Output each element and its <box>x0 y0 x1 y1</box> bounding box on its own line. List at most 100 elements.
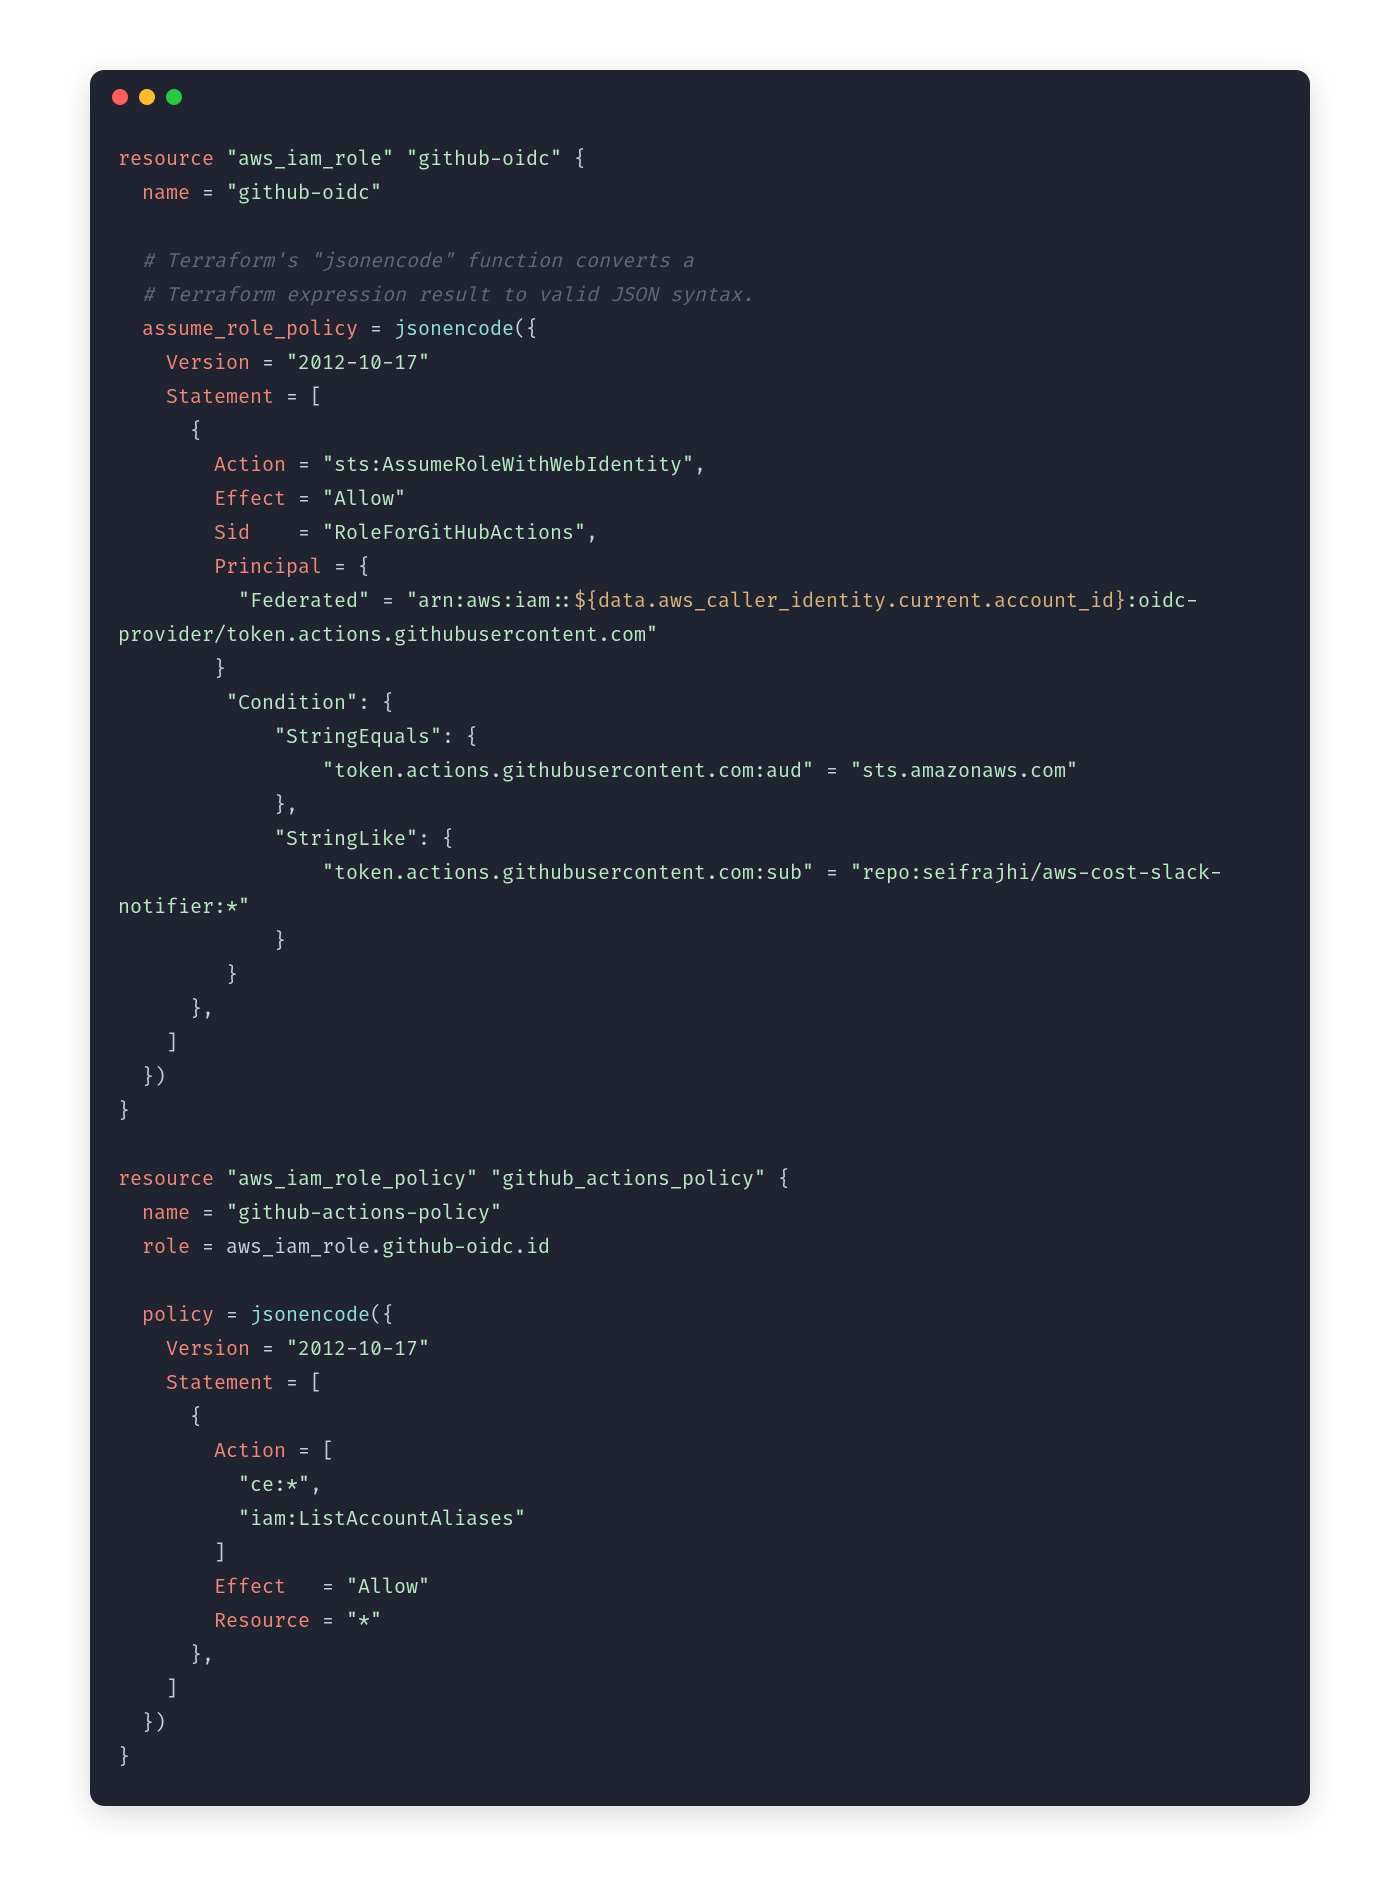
comment: # Terraform expression result to valid J… <box>142 283 754 307</box>
equals: = <box>310 1609 346 1633</box>
string: "iam:ListAccountAliases" <box>238 1507 526 1531</box>
minimize-icon[interactable] <box>139 89 155 105</box>
brace: } <box>274 929 286 953</box>
string: "Allow" <box>346 1575 430 1599</box>
keyword-resource: resource <box>118 147 214 171</box>
comma: , <box>586 521 598 545</box>
resource-type: "aws_iam_role_policy" <box>226 1167 478 1191</box>
equals: = <box>214 1303 250 1327</box>
string: "RoleForGitHubActions" <box>322 521 586 545</box>
brace: }, <box>190 997 214 1021</box>
bracket: = [ <box>274 385 322 409</box>
bracket: ] <box>166 1677 178 1701</box>
equals: = <box>286 487 322 511</box>
attr-sid: Sid <box>214 521 250 545</box>
equals: = <box>190 181 226 205</box>
paren: }) <box>142 1711 166 1735</box>
brace: = { <box>322 555 370 579</box>
dot: . <box>514 1235 526 1259</box>
brace: } <box>214 657 226 681</box>
close-icon[interactable] <box>112 89 128 105</box>
string: "sts:AssumeRoleWithWebIdentity" <box>322 453 694 477</box>
equals: = <box>370 589 406 613</box>
attr-effect: Effect <box>214 1575 286 1599</box>
equals: = <box>814 861 850 885</box>
string: "arn:aws:iam:: <box>406 589 574 613</box>
brace: } <box>118 1099 130 1123</box>
bracket: = [ <box>274 1371 322 1395</box>
keyword-resource: resource <box>118 1167 214 1191</box>
key-condition: "Condition" <box>226 691 358 715</box>
equals: = <box>286 453 322 477</box>
brace: } <box>118 1745 130 1769</box>
string: "2012-10-17" <box>286 351 430 375</box>
equals: = <box>250 521 322 545</box>
brace: { <box>190 1405 202 1429</box>
string: "*" <box>346 1609 382 1633</box>
attr-name: name <box>142 1201 190 1225</box>
brace: }, <box>274 793 298 817</box>
resource-type: "aws_iam_role" <box>226 147 394 171</box>
dot: . <box>370 1235 382 1259</box>
equals: = <box>250 351 286 375</box>
brace: } <box>226 963 238 987</box>
resource-name: "github-oidc" <box>406 147 562 171</box>
colon-brace: : { <box>418 827 454 851</box>
ref: aws_iam_role <box>226 1235 370 1259</box>
attr-policy: policy <box>142 1303 214 1327</box>
comma: , <box>694 453 706 477</box>
attr-version: Version <box>166 351 250 375</box>
comma: , <box>310 1473 322 1497</box>
brace: }, <box>190 1643 214 1667</box>
paren: ({ <box>370 1303 394 1327</box>
ref: github-oidc <box>382 1235 514 1259</box>
attr-action: Action <box>214 1439 286 1463</box>
key-federated: "Federated" <box>238 589 370 613</box>
brace: { <box>562 147 586 171</box>
bracket: ] <box>166 1031 178 1055</box>
string: "ce:*" <box>238 1473 310 1497</box>
key: "token.actions.githubusercontent.com:aud… <box>322 759 814 783</box>
attr-statement: Statement <box>166 385 274 409</box>
equals: = <box>250 1337 286 1361</box>
attr-resource: Resource <box>214 1609 310 1633</box>
colon-brace: : { <box>358 691 394 715</box>
attr-effect: Effect <box>214 487 286 511</box>
fn-jsonencode: jsonencode <box>250 1303 370 1327</box>
attr-action: Action <box>214 453 286 477</box>
attr-statement: Statement <box>166 1371 274 1395</box>
ref: id <box>526 1235 550 1259</box>
code-window: resource "aws_iam_role" "github-oidc" { … <box>90 70 1310 1806</box>
key: "token.actions.githubusercontent.com:sub… <box>322 861 814 885</box>
zoom-icon[interactable] <box>166 89 182 105</box>
equals: = <box>358 317 394 341</box>
string: "Allow" <box>322 487 406 511</box>
comment: # Terraform's "jsonencode" function conv… <box>142 249 694 273</box>
equals: = <box>190 1235 226 1259</box>
string: "2012-10-17" <box>286 1337 430 1361</box>
string: "sts.amazonaws.com" <box>850 759 1078 783</box>
equals: = <box>814 759 850 783</box>
key-stringequals: "StringEquals" <box>274 725 442 749</box>
paren: ({ <box>514 317 538 341</box>
resource-name: "github_actions_policy" <box>490 1167 766 1191</box>
key-stringlike: "StringLike" <box>274 827 418 851</box>
attr-name: name <box>142 181 190 205</box>
interpolation: ${data.aws_caller_identity.current.accou… <box>574 589 1126 613</box>
code-block: resource "aws_iam_role" "github-oidc" { … <box>90 124 1310 1782</box>
colon-brace: : { <box>442 725 478 749</box>
attr-version: Version <box>166 1337 250 1361</box>
equals: = <box>286 1575 346 1599</box>
attr-role: role <box>142 1235 190 1259</box>
window-titlebar <box>90 70 1310 124</box>
string: "github-actions-policy" <box>226 1201 502 1225</box>
string: "github-oidc" <box>226 181 382 205</box>
paren: }) <box>142 1065 166 1089</box>
attr-principal: Principal <box>214 555 322 579</box>
brace: { <box>190 419 202 443</box>
bracket: ] <box>214 1541 226 1565</box>
fn-jsonencode: jsonencode <box>394 317 514 341</box>
bracket: = [ <box>286 1439 334 1463</box>
attr-assume-role-policy: assume_role_policy <box>142 317 358 341</box>
brace: { <box>766 1167 790 1191</box>
